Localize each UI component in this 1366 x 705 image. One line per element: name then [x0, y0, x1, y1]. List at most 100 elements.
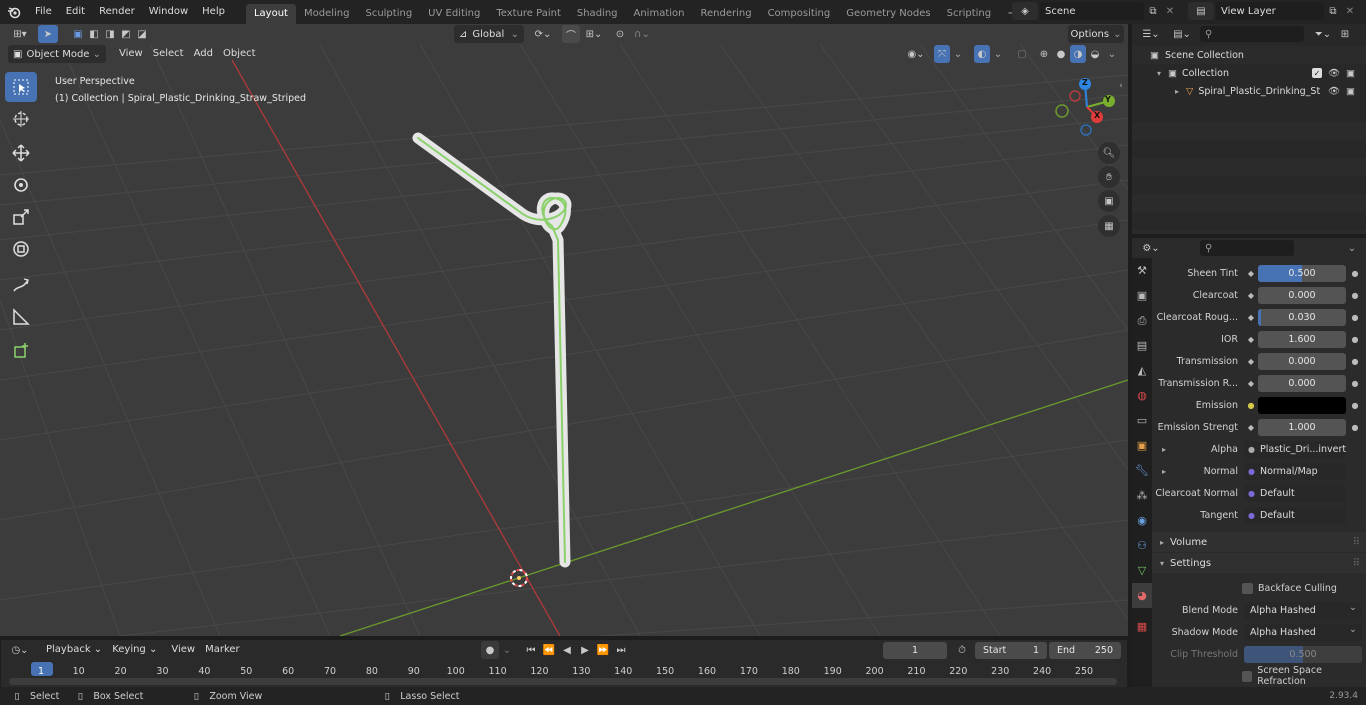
start-frame-field[interactable]: Start 1 [975, 641, 1047, 659]
overlays-icon[interactable]: ◐ [974, 45, 990, 63]
object-visibility-icon[interactable]: ◉⌄ [904, 45, 928, 63]
exclude-checkbox-icon[interactable]: ✓ [1312, 68, 1322, 78]
keyframe-dot-icon[interactable]: ◆ [1244, 357, 1258, 366]
clearcoat-slider[interactable]: 0.000 [1258, 286, 1346, 304]
texture-tab-icon[interactable]: ▦ [1132, 614, 1152, 639]
expand-arrow-icon[interactable]: ▸ [1172, 87, 1182, 96]
menu-select[interactable]: Select [148, 45, 189, 63]
transmission-roughness-slider[interactable]: 0.000 [1258, 374, 1346, 392]
filter-icon[interactable]: ⏷⌄ [1310, 25, 1336, 43]
outliner-search-field[interactable]: ⚲ [1200, 26, 1304, 42]
shading-wireframe-icon[interactable]: ⊕ [1036, 45, 1052, 63]
outliner-row-scene-collection[interactable]: ▣ Scene Collection [1132, 46, 1366, 64]
keying-menu[interactable]: Keying ⌄ [107, 641, 162, 659]
tangent-link-field[interactable]: ● Default [1244, 506, 1346, 524]
object-mode-dropdown[interactable]: ▣ Object Mode ⌄ [8, 45, 106, 63]
marker-menu[interactable]: Marker [200, 641, 245, 659]
shading-material-icon[interactable]: ◑ [1070, 45, 1086, 63]
tool-add-cube-icon[interactable] [5, 336, 37, 366]
shading-solid-icon[interactable]: ● [1053, 45, 1069, 63]
options-button[interactable]: Options ⌄ [1068, 25, 1124, 43]
tool-measure-icon[interactable] [5, 302, 37, 332]
select-tool-icon[interactable]: ➤ [38, 25, 58, 43]
alpha-link-field[interactable]: ●Plastic_Dri...invert.png [1244, 440, 1346, 458]
normal-link-field[interactable]: ● Normal/Map [1244, 462, 1346, 480]
properties-options-icon[interactable]: ⌄ [1346, 243, 1358, 254]
display-mode-icon[interactable]: ▤⌄ [1168, 25, 1196, 43]
backface-culling-checkbox[interactable] [1242, 582, 1253, 594]
view-layer-field[interactable]: View Layer [1216, 2, 1324, 20]
data-tab-icon[interactable]: ▽ [1132, 558, 1152, 583]
tab-texture-paint[interactable]: Texture Paint [488, 4, 569, 24]
tool-cursor-icon[interactable] [5, 104, 37, 134]
visibility-eye-icon[interactable]: 👁︎ [1328, 68, 1340, 79]
render-camera-icon[interactable]: ▣ [1346, 68, 1355, 79]
tab-geometry-nodes[interactable]: Geometry Nodes [838, 4, 938, 24]
properties-search-field[interactable]: ⚲ [1200, 240, 1294, 256]
tab-uv-editing[interactable]: UV Editing [420, 4, 488, 24]
straw-object[interactable] [412, 132, 572, 568]
menu-file[interactable]: File [28, 2, 59, 22]
select-mode-subtract-icon[interactable]: ◨ [102, 25, 118, 43]
keyframe-dot-icon[interactable]: ◆ [1244, 423, 1258, 432]
tab-shading[interactable]: Shading [569, 4, 626, 24]
object-tab-icon[interactable]: ▣ [1132, 433, 1152, 458]
close-view-layer-icon[interactable]: ✕ [1342, 2, 1358, 20]
select-mode-intersect-icon[interactable]: ◪ [134, 25, 150, 43]
record-icon[interactable]: ● [481, 641, 499, 659]
zoom-icon[interactable]: 🔍︎ [1098, 142, 1120, 164]
clip-threshold-slider[interactable]: 0.500 [1244, 645, 1362, 663]
emission-strength-field[interactable]: 1.000 [1258, 418, 1346, 436]
play-reverse-icon[interactable]: ◀ [559, 641, 575, 659]
expand-arrow-icon[interactable]: ▸ [1162, 467, 1166, 476]
anim-dot-icon[interactable]: ● [1348, 357, 1362, 366]
backface-culling-row[interactable]: Backface Culling [1152, 577, 1366, 599]
xray-icon[interactable]: ▢ [1014, 45, 1030, 63]
anim-dot-icon[interactable]: ● [1348, 291, 1362, 300]
screen-space-refraction-checkbox[interactable] [1242, 670, 1253, 682]
transmission-slider[interactable]: 0.000 [1258, 352, 1346, 370]
screen-space-refraction-row[interactable]: Screen Space Refraction [1152, 665, 1366, 687]
clearcoat-normal-link-field[interactable]: ● Default [1244, 484, 1346, 502]
prev-keyframe-icon[interactable]: ⏪ [541, 641, 557, 659]
render-tab-icon[interactable]: ▣ [1132, 283, 1152, 308]
socket-yellow-icon[interactable]: ● [1244, 401, 1258, 410]
tab-compositing[interactable]: Compositing [760, 4, 839, 24]
anim-dot-icon[interactable]: ● [1348, 335, 1362, 344]
expand-arrow-icon[interactable]: ▾ [1154, 69, 1164, 78]
pivot-point-icon[interactable]: ⟳⌄ [530, 25, 556, 43]
tool-move-icon[interactable] [5, 138, 37, 168]
anim-dot-icon[interactable]: ● [1348, 313, 1362, 322]
tab-sculpting[interactable]: Sculpting [357, 4, 420, 24]
emission-color-swatch[interactable] [1258, 396, 1346, 414]
play-icon[interactable]: ▶ [577, 641, 593, 659]
tool-transform-icon[interactable] [5, 234, 37, 264]
shadow-mode-dropdown[interactable]: Alpha Hashed [1244, 621, 1362, 641]
new-collection-icon[interactable]: ⊞ [1336, 25, 1354, 43]
keyframe-dot-icon[interactable]: ◆ [1244, 379, 1258, 388]
outliner-row-collection[interactable]: ▾ ▣ Collection ✓ 👁︎ ▣ [1132, 64, 1366, 82]
tool-tab-icon[interactable]: ⚒ [1132, 258, 1152, 283]
view-layer-icon[interactable]: ▤ [1188, 2, 1214, 20]
end-frame-field[interactable]: End 250 [1049, 641, 1121, 659]
tool-rotate-icon[interactable] [5, 170, 37, 200]
physics-tab-icon[interactable]: ◉ [1132, 508, 1152, 533]
snap-target-icon[interactable]: ⊞⌄ [582, 25, 606, 43]
snap-icon[interactable]: ⌒ [562, 25, 580, 43]
menu-help[interactable]: Help [195, 2, 232, 22]
menu-object[interactable]: Object [218, 45, 261, 63]
scene-icon[interactable]: ◈ [1012, 2, 1038, 20]
select-mode-invert-icon[interactable]: ◩ [118, 25, 134, 43]
transform-orientation-dropdown[interactable]: ⊿ Global ⌄ [454, 25, 524, 43]
collection-tab-icon[interactable]: ▭ [1132, 408, 1152, 433]
sheen-tint-slider[interactable]: 0.500 [1258, 264, 1346, 282]
section-settings[interactable]: ▾ Settings ⠿ [1152, 553, 1366, 573]
current-frame-field[interactable]: 1 [883, 641, 947, 659]
proportional-edit-icon[interactable]: ⊙ [612, 25, 628, 43]
scene-name-field[interactable]: Scene [1040, 2, 1144, 20]
close-scene-icon[interactable]: ✕ [1162, 2, 1178, 20]
keyframe-dot-icon[interactable]: ◆ [1244, 269, 1258, 278]
drag-handle-icon[interactable]: ⠿ [1353, 558, 1360, 569]
properties-editor-type-icon[interactable]: ⚙⌄ [1138, 239, 1164, 257]
tool-annotate-icon[interactable] [5, 270, 37, 300]
